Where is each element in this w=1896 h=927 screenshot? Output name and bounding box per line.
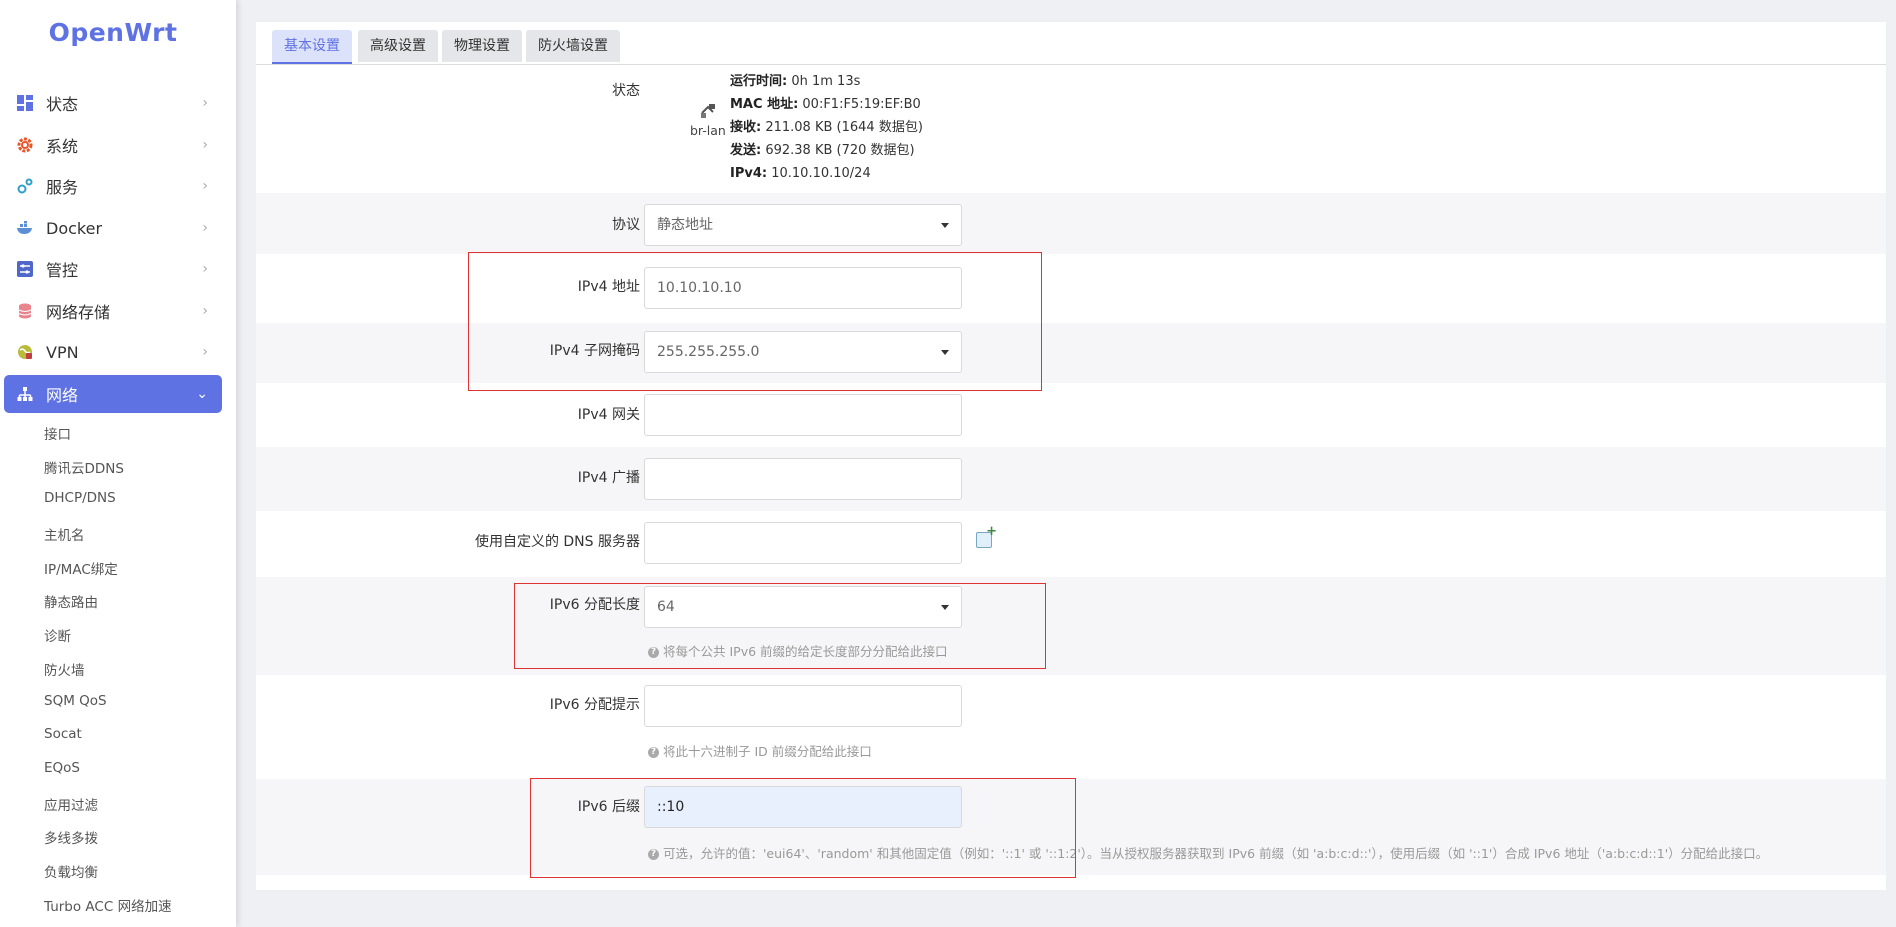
- interface-name: br-lan: [690, 123, 726, 138]
- submenu-diagnostics[interactable]: 诊断: [44, 625, 71, 645]
- submenu-sqm-qos[interactable]: SQM QoS: [44, 693, 107, 709]
- menu-status-label: 状态: [46, 95, 79, 114]
- menu-services-label: 服务: [46, 178, 79, 197]
- chevron-down-icon: ⌄: [196, 386, 208, 402]
- submenu-load-balance[interactable]: 负载均衡: [44, 861, 98, 881]
- ipv4-broadcast-label: IPv4 广播: [577, 470, 640, 486]
- sidebar: OpenWrt 状态 › 系统 › 服务 › Docker › 管控 › 网络存…: [0, 0, 236, 927]
- menu-vpn-label: VPN: [46, 342, 79, 362]
- menu-system[interactable]: 系统 ›: [4, 126, 222, 164]
- submenu-app-filter[interactable]: 应用过滤: [44, 794, 98, 814]
- highlight-ipv4-box: [468, 252, 1042, 391]
- menu-docker-label: Docker: [46, 218, 103, 238]
- mac-value: 00:F1:F5:19:EF:B0: [802, 97, 921, 112]
- mac-key: MAC 地址:: [730, 97, 799, 112]
- ipv6-hint-label: IPv6 分配提示: [549, 697, 640, 713]
- globe-lock-icon: [16, 343, 34, 361]
- submenu-tencent-ddns[interactable]: 腾讯云DDNS: [44, 457, 124, 477]
- ipv4-gateway-row: [256, 383, 1886, 447]
- tab-basic-settings[interactable]: 基本设置: [272, 30, 352, 64]
- menu-network[interactable]: 网络 ⌄: [4, 375, 222, 413]
- menu-services[interactable]: 服务 ›: [4, 167, 222, 205]
- ipv6-hint-hint-text: 将此十六进制子 ID 前缀分配给此接口: [663, 744, 872, 759]
- network-icon: [16, 385, 34, 403]
- ipv4-broadcast-input[interactable]: [644, 458, 962, 500]
- uptime-value: 0h 1m 13s: [791, 74, 861, 89]
- interface-badge: br-lan: [690, 102, 726, 138]
- submenu-firewall[interactable]: 防火墙: [44, 659, 85, 679]
- menu-docker[interactable]: Docker ›: [4, 209, 222, 247]
- submenu-hostnames[interactable]: 主机名: [44, 524, 85, 544]
- tab-physical-settings[interactable]: 物理设置: [442, 30, 522, 62]
- menu-nas-label: 网络存储: [46, 303, 111, 322]
- menu-nas[interactable]: 网络存储 ›: [4, 292, 222, 330]
- cogs-icon: [16, 177, 34, 195]
- tx-value: 692.38 KB (720 数据包): [765, 143, 915, 158]
- add-dns-icon[interactable]: [976, 524, 997, 548]
- database-icon: [16, 302, 34, 320]
- submenu-socat[interactable]: Socat: [44, 726, 82, 742]
- dashboard-icon: [16, 94, 34, 112]
- menu-status[interactable]: 状态 ›: [4, 84, 222, 122]
- docker-icon: [16, 219, 34, 237]
- ipv4-value: 10.10.10.10/24: [771, 166, 871, 181]
- uptime-key: 运行时间:: [730, 74, 788, 89]
- status-row: [256, 65, 1886, 193]
- chevron-right-icon: ›: [202, 220, 208, 236]
- tab-advanced-settings[interactable]: 高级设置: [358, 30, 438, 62]
- tab-bar: 基本设置 高级设置 物理设置 防火墙设置: [256, 30, 1886, 65]
- menu-system-label: 系统: [46, 137, 79, 156]
- tx-key: 发送:: [730, 143, 762, 158]
- submenu-eqos[interactable]: EQoS: [44, 760, 80, 776]
- openwrt-logo[interactable]: OpenWrt: [0, 18, 226, 47]
- protocol-select[interactable]: 静态地址: [644, 204, 962, 246]
- chevron-right-icon: ›: [202, 261, 208, 277]
- ipv4-key: IPv4:: [730, 166, 768, 181]
- submenu-multiwan[interactable]: 多线多拨: [44, 827, 98, 847]
- submenu-turbo-acc[interactable]: Turbo ACC 网络加速: [44, 895, 172, 915]
- protocol-label: 协议: [612, 217, 640, 233]
- protocol-row: [256, 193, 1886, 254]
- ipv4-gateway-label: IPv4 网关: [577, 407, 640, 423]
- highlight-ipv6-suffix-box: [530, 778, 1076, 878]
- ipv4-broadcast-row: [256, 447, 1886, 511]
- sliders-icon: [16, 260, 34, 278]
- menu-vpn[interactable]: VPN ›: [4, 333, 222, 371]
- submenu-ip-mac-binding[interactable]: IP/MAC绑定: [44, 558, 118, 578]
- chevron-right-icon: ›: [202, 95, 208, 111]
- rx-value: 211.08 KB (1644 数据包): [765, 120, 923, 135]
- ipv6-hint-row: [256, 675, 1886, 779]
- chevron-right-icon: ›: [202, 303, 208, 319]
- tab-firewall-settings[interactable]: 防火墙设置: [526, 30, 620, 62]
- ipv4-gateway-input[interactable]: [644, 394, 962, 436]
- ipv6-hint-hint: ? 将此十六进制子 ID 前缀分配给此接口: [648, 741, 872, 760]
- status-label: 状态: [612, 83, 640, 99]
- chevron-right-icon: ›: [202, 137, 208, 153]
- menu-network-label: 网络: [46, 386, 79, 405]
- submenu-dhcp-dns[interactable]: DHCP/DNS: [44, 490, 116, 506]
- ipv6-assign-row: [256, 577, 1886, 675]
- ethernet-icon: [690, 102, 726, 123]
- submenu-static-routes[interactable]: 静态路由: [44, 591, 98, 611]
- help-icon: ?: [648, 747, 659, 758]
- chevron-right-icon: ›: [202, 178, 208, 194]
- ipv6-hint-input[interactable]: [644, 685, 962, 727]
- menu-control-label: 管控: [46, 261, 79, 280]
- menu-control[interactable]: 管控 ›: [4, 250, 222, 288]
- gear-icon: [16, 136, 34, 154]
- highlight-ipv6-assign-box: [514, 583, 1046, 669]
- chevron-right-icon: ›: [202, 344, 208, 360]
- rx-key: 接收:: [730, 120, 762, 135]
- submenu-interfaces[interactable]: 接口: [44, 423, 71, 443]
- dns-label: 使用自定义的 DNS 服务器: [474, 534, 640, 550]
- status-details: 运行时间: 0h 1m 13s MAC 地址: 00:F1:F5:19:EF:B…: [730, 70, 923, 185]
- dns-input[interactable]: [644, 522, 962, 564]
- panel-footer: [256, 890, 1886, 927]
